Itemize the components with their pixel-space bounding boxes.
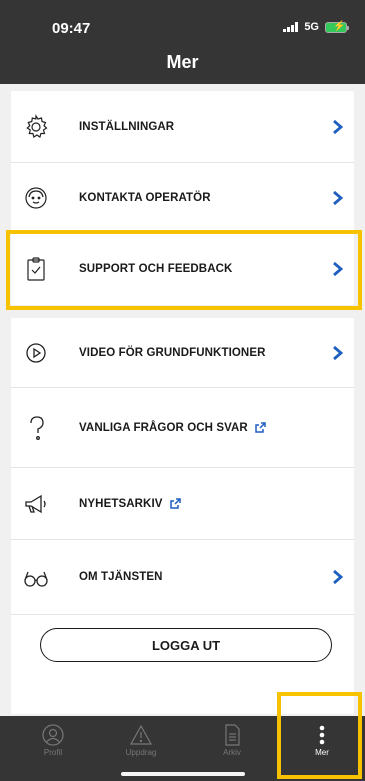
more-dots-icon [319, 725, 325, 745]
play-circle-icon [26, 342, 46, 363]
settings-card: INSTÄLLNINGAR KONTAKTA OPERATÖR SUPPORT … [11, 91, 354, 305]
operator-face-icon [25, 186, 47, 209]
menu-label: OM TJÄNSTEN [79, 571, 163, 583]
gear-icon [26, 113, 48, 138]
menu-item-faq[interactable]: VANLIGA FRÅGOR OCH SVAR [11, 388, 354, 468]
status-indicators: 5G ⚡ [283, 21, 349, 33]
chevron-right-icon [333, 190, 344, 205]
menu-label-with-link: VANLIGA FRÅGOR OCH SVAR [79, 422, 266, 434]
menu-label: SUPPORT OCH FEEDBACK [79, 263, 233, 275]
warning-icon [130, 724, 152, 745]
tab-more[interactable]: Mer [281, 716, 363, 781]
external-link-icon [255, 421, 266, 433]
chevron-right-icon [333, 345, 344, 360]
menu-item-contact-operator[interactable]: KONTAKTA OPERATÖR [11, 163, 354, 233]
battery-icon: ⚡ [325, 21, 349, 33]
chevron-right-icon [333, 119, 344, 134]
chevron-right-icon [333, 569, 344, 585]
tab-label: Arkiv [223, 748, 241, 757]
menu-label-with-link: NYHETSARKIV [79, 498, 181, 510]
tab-label: Uppdrag [125, 748, 157, 757]
tab-label: Profil [43, 748, 63, 757]
signal-icon [283, 22, 299, 32]
menu-label: KONTAKTA OPERATÖR [79, 191, 211, 204]
home-indicator [121, 772, 245, 776]
menu-label: VIDEO FÖR GRUNDFUNKTIONER [79, 346, 266, 359]
external-link-icon [169, 497, 181, 509]
menu-item-support-feedback[interactable]: SUPPORT OCH FEEDBACK [11, 233, 354, 305]
menu-item-news-archive[interactable]: NYHETSARKIV [11, 468, 354, 540]
logout-button[interactable]: LOGGA UT [40, 628, 332, 662]
clipboard-check-icon [27, 257, 45, 281]
tab-profile[interactable]: Profil [12, 716, 94, 781]
menu-item-video[interactable]: VIDEO FÖR GRUNDFUNKTIONER [11, 318, 354, 388]
status-time: 09:47 [52, 20, 91, 37]
megaphone-icon [25, 494, 46, 513]
menu-label: VANLIGA FRÅGOR OCH SVAR [79, 421, 248, 434]
page-title: Mer [166, 52, 199, 72]
question-icon [30, 415, 44, 440]
menu-item-about[interactable]: OM TJÄNSTEN [11, 540, 354, 615]
menu-item-settings[interactable]: INSTÄLLNINGAR [11, 91, 354, 163]
profile-icon [42, 724, 64, 746]
document-icon [225, 724, 240, 746]
tab-label: Mer [315, 748, 329, 757]
glasses-icon [24, 571, 48, 587]
menu-label: NYHETSARKIV [79, 497, 163, 510]
chevron-right-icon [333, 261, 344, 277]
menu-label: INSTÄLLNINGAR [79, 120, 175, 133]
network-type: 5G [304, 21, 319, 33]
app-header: 09:47 5G ⚡ Mer [0, 0, 365, 84]
